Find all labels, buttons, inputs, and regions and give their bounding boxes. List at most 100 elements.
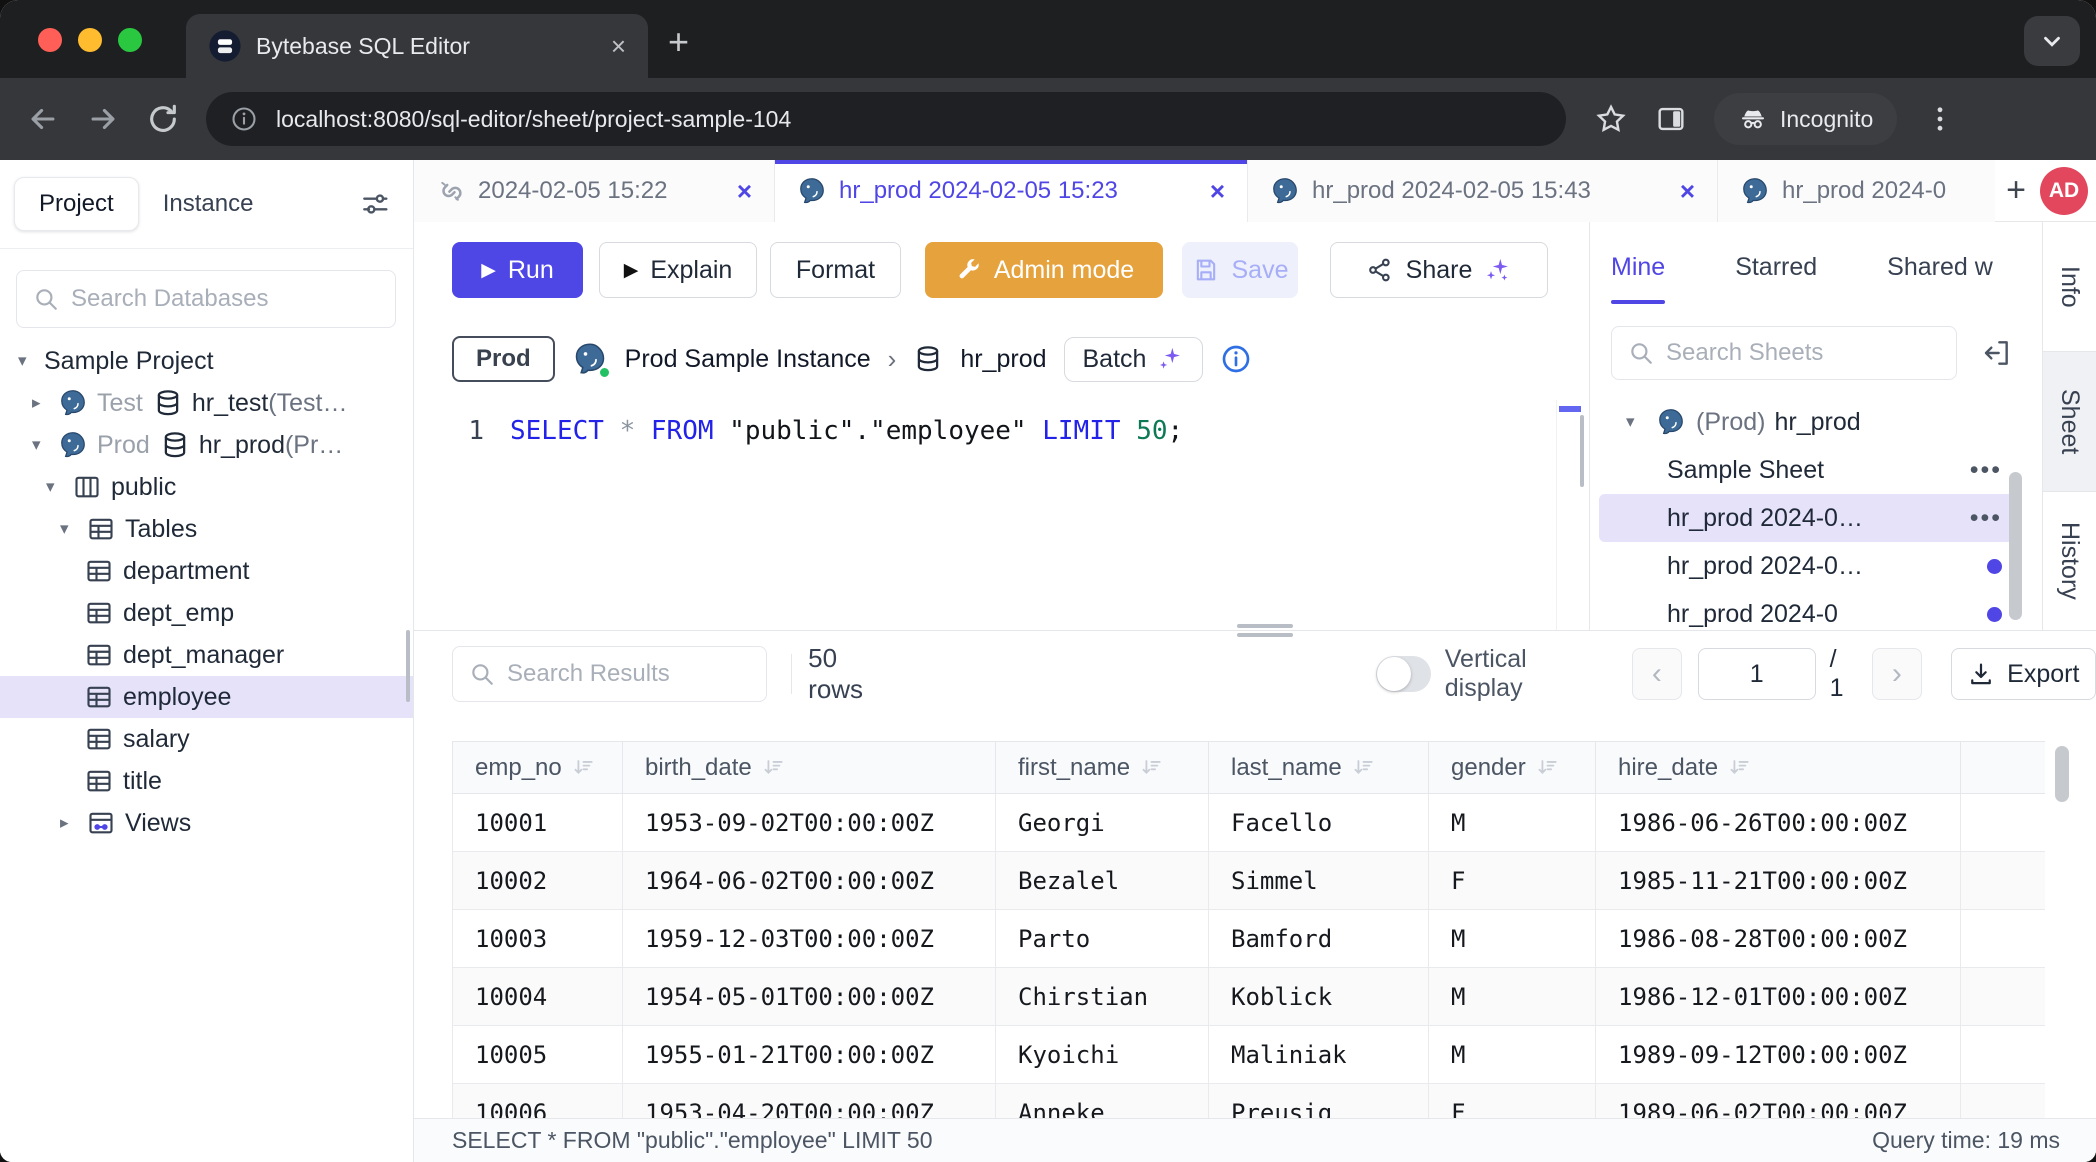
save-button[interactable]: Save <box>1182 242 1298 298</box>
sort-icon[interactable] <box>572 756 594 778</box>
tab-instance[interactable]: Instance <box>139 178 278 230</box>
tab-search-chevron-button[interactable] <box>2024 16 2080 66</box>
search-sheets-input[interactable] <box>1666 339 1940 367</box>
table-row[interactable]: 100061953-04-20T00:00:00ZAnnekePreusigF1… <box>453 1084 2046 1120</box>
caret-down-icon[interactable]: ▾ <box>18 351 44 371</box>
results-search[interactable] <box>452 646 767 702</box>
tree-item-department[interactable]: department <box>0 550 413 592</box>
editor-overview-ruler[interactable] <box>1556 400 1583 630</box>
sort-icon[interactable] <box>1728 756 1750 778</box>
close-icon[interactable]: × <box>1680 176 1695 207</box>
more-menu-icon[interactable]: ••• <box>1970 456 2002 485</box>
minimize-window-button[interactable] <box>78 28 102 52</box>
side-tab-sheet[interactable]: Sheet <box>2043 352 2096 492</box>
tree-item-Sample Project[interactable]: ▾Sample Project <box>0 340 413 382</box>
search-databases-input[interactable] <box>71 285 379 313</box>
sheet-item-1[interactable]: ▾(Prod)hr_prod <box>1599 398 2016 446</box>
bookmark-star-icon[interactable] <box>1594 102 1628 136</box>
sort-icon[interactable] <box>762 756 784 778</box>
close-icon[interactable]: × <box>1210 176 1225 207</box>
sort-icon[interactable] <box>1536 756 1558 778</box>
close-window-button[interactable] <box>38 28 62 52</box>
new-sheet-button[interactable]: + <box>1995 160 2037 221</box>
editor-tab-2[interactable]: hr_prod 2024-02-05 15:23× <box>775 160 1248 222</box>
sheet-item-4[interactable]: hr_prod 2024-0… <box>1599 542 2016 590</box>
sheet-list-scrollbar[interactable] <box>2009 472 2022 620</box>
forward-icon[interactable] <box>86 102 120 136</box>
sheet-search[interactable] <box>1611 326 1957 380</box>
vertical-display-toggle[interactable] <box>1376 656 1431 692</box>
sheet-item-3[interactable]: hr_prod 2024-0…••• <box>1599 494 2016 542</box>
reload-icon[interactable] <box>146 102 180 136</box>
url-bar[interactable]: localhost:8080/sql-editor/sheet/project-… <box>206 92 1566 146</box>
filter-sliders-icon[interactable] <box>359 188 391 220</box>
tree-item-Views[interactable]: ▸Views <box>0 802 413 844</box>
tree-item-hr_test[interactable]: ▸Testhr_test (Test… <box>0 382 413 424</box>
column-header-hire_date[interactable]: hire_date <box>1596 742 1961 794</box>
site-info-icon[interactable] <box>230 105 258 133</box>
sheets-tab-mine[interactable]: Mine <box>1611 253 1665 288</box>
tree-item-dept_manager[interactable]: dept_manager <box>0 634 413 676</box>
instance-name[interactable]: Prod Sample Instance <box>625 345 871 374</box>
more-menu-icon[interactable]: ••• <box>1970 504 2002 533</box>
database-name[interactable]: hr_prod <box>960 345 1046 374</box>
browser-tab-close-icon[interactable]: × <box>611 33 626 59</box>
caret-right-icon[interactable]: ▸ <box>60 813 86 833</box>
caret-down-icon[interactable]: ▾ <box>1626 412 1656 432</box>
caret-down-icon[interactable]: ▾ <box>60 519 86 539</box>
tab-project[interactable]: Project <box>14 177 139 231</box>
page-number-input[interactable] <box>1698 648 1816 700</box>
table-row[interactable]: 100011953-09-02T00:00:00ZGeorgiFacelloM1… <box>453 794 2046 852</box>
column-header-birth_date[interactable]: birth_date <box>623 742 996 794</box>
editor-tab-1[interactable]: 2024-02-05 15:22× <box>414 160 775 222</box>
back-icon[interactable] <box>26 102 60 136</box>
sheets-tab-starred[interactable]: Starred <box>1735 253 1817 288</box>
search-results-input[interactable] <box>507 660 750 688</box>
run-button[interactable]: ▶ Run <box>452 242 583 298</box>
avatar[interactable]: AD <box>2040 167 2088 215</box>
browser-tab[interactable]: Bytebase SQL Editor × <box>186 14 648 78</box>
table-row[interactable]: 100031959-12-03T00:00:00ZPartoBamfordM19… <box>453 910 2046 968</box>
browser-menu-icon[interactable] <box>1923 102 1957 136</box>
side-tab-history[interactable]: History <box>2043 492 2096 630</box>
maximize-window-button[interactable] <box>118 28 142 52</box>
prev-page-button[interactable]: ‹ <box>1632 648 1682 700</box>
sheets-tab-shared-w[interactable]: Shared w <box>1887 253 1993 288</box>
tree-item-employee[interactable]: employee <box>0 676 413 718</box>
tree-item-Tables[interactable]: ▾Tables <box>0 508 413 550</box>
browser-new-tab-button[interactable]: + <box>668 24 689 60</box>
tree-item-dept_emp[interactable]: dept_emp <box>0 592 413 634</box>
sql-editor[interactable]: 1 SELECT * FROM "public"."employee" LIMI… <box>414 400 1589 630</box>
table-row[interactable]: 100021964-06-02T00:00:00ZBezalelSimmelF1… <box>453 852 2046 910</box>
caret-down-icon[interactable]: ▾ <box>46 477 72 497</box>
tree-item-title[interactable]: title <box>0 760 413 802</box>
column-header-last_name[interactable]: last_name <box>1209 742 1429 794</box>
export-button[interactable]: Export <box>1951 648 2096 700</box>
caret-right-icon[interactable]: ▸ <box>32 393 58 413</box>
share-button[interactable]: Share <box>1330 242 1548 298</box>
admin-mode-button[interactable]: Admin mode <box>925 242 1163 298</box>
tree-item-hr_prod[interactable]: ▾Prodhr_prod (Pr… <box>0 424 413 466</box>
batch-button[interactable]: Batch <box>1064 337 1204 382</box>
caret-down-icon[interactable]: ▾ <box>32 435 58 455</box>
column-header-emp_no[interactable]: emp_no <box>453 742 623 794</box>
sort-icon[interactable] <box>1352 756 1374 778</box>
explain-button[interactable]: ▶ Explain <box>599 242 757 298</box>
tree-item-public[interactable]: ▾public <box>0 466 413 508</box>
side-tab-info[interactable]: Info <box>2043 222 2096 352</box>
column-header-gender[interactable]: gender <box>1429 742 1596 794</box>
tree-item-salary[interactable]: salary <box>0 718 413 760</box>
table-row[interactable]: 100041954-05-01T00:00:00ZChirstianKoblic… <box>453 968 2046 1026</box>
side-panel-icon[interactable] <box>1654 102 1688 136</box>
next-page-button[interactable]: › <box>1872 648 1922 700</box>
format-button[interactable]: Format <box>770 242 901 298</box>
sheet-item-5[interactable]: hr_prod 2024-0 <box>1599 590 2016 630</box>
collapse-panel-icon[interactable] <box>1980 337 2012 369</box>
info-circle-icon[interactable] <box>1220 343 1252 375</box>
close-icon[interactable]: × <box>737 176 752 207</box>
results-scrollbar[interactable] <box>2055 746 2069 802</box>
editor-tab-3[interactable]: hr_prod 2024-02-05 15:43× <box>1248 160 1718 222</box>
editor-tab-4[interactable]: hr_prod 2024-0 <box>1718 160 1995 222</box>
database-search[interactable] <box>16 270 396 328</box>
sort-icon[interactable] <box>1140 756 1162 778</box>
